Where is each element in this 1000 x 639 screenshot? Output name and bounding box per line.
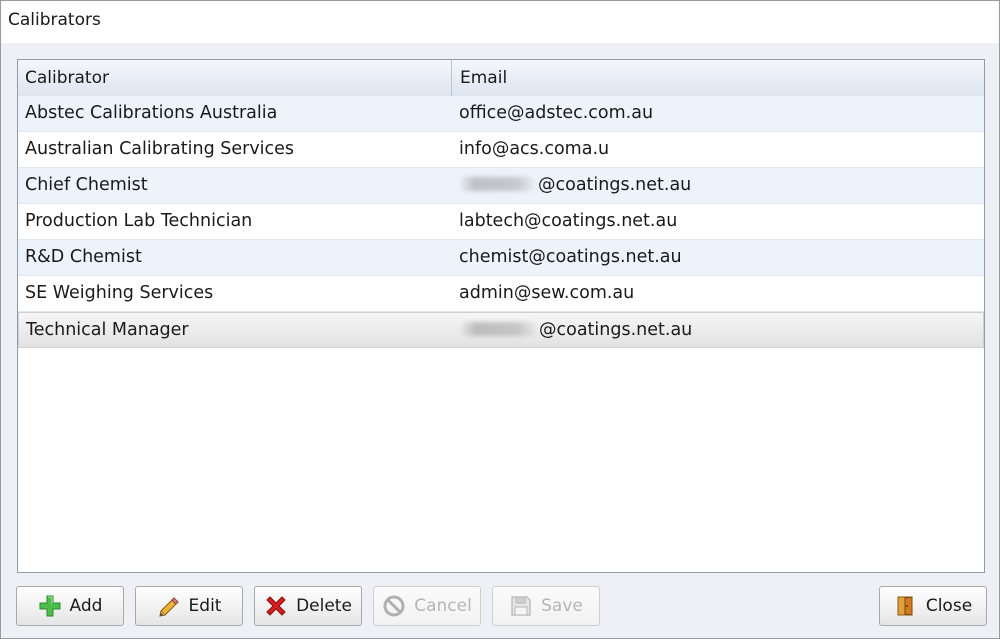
table-row[interactable]: R&D Chemist chemist@coatings.net.au — [18, 240, 984, 276]
calibrator-cell: R&D Chemist — [25, 247, 142, 267]
save-button-label: Save — [541, 596, 583, 616]
table-row[interactable]: Australian Calibrating Services info@acs… — [18, 132, 984, 168]
save-button[interactable]: Save — [492, 586, 600, 626]
close-button[interactable]: Close — [879, 586, 987, 626]
calibrator-cell: Abstec Calibrations Australia — [25, 103, 278, 123]
button-bar: Add Edit Delete Cancel Save Close — [1, 581, 999, 633]
calibrator-cell: Australian Calibrating Services — [25, 139, 295, 159]
email-cell: @coatings.net.au — [459, 168, 691, 203]
plus-icon — [38, 594, 62, 618]
email-cell: labtech@coatings.net.au — [459, 211, 678, 231]
column-header-email[interactable]: Email — [452, 60, 984, 96]
table-row[interactable]: SE Weighing Services admin@sew.com.au — [18, 276, 984, 312]
close-button-label: Close — [925, 596, 973, 616]
delete-button-label: Delete — [296, 596, 352, 616]
cancel-circle-icon — [382, 594, 406, 618]
cancel-button[interactable]: Cancel — [373, 586, 481, 626]
calibrators-grid[interactable]: Calibrator Email Abstec Calibrations Aus… — [17, 59, 985, 573]
email-cell: chemist@coatings.net.au — [459, 247, 682, 267]
column-header-calibrator[interactable]: Calibrator — [18, 60, 452, 96]
email-cell: office@adstec.com.au — [459, 103, 654, 123]
add-button[interactable]: Add — [16, 586, 124, 626]
email-cell: info@acs.coma.u — [459, 139, 610, 159]
delete-button[interactable]: Delete — [254, 586, 362, 626]
table-row-selected[interactable]: Technical Manager @coatings.net.au — [18, 312, 984, 348]
redacted-blur — [459, 177, 537, 191]
pencil-icon — [157, 594, 181, 618]
calibrator-cell: Technical Manager — [26, 320, 189, 340]
email-domain: @coatings.net.au — [538, 175, 692, 195]
floppy-disk-icon — [509, 594, 533, 618]
table-row[interactable]: Production Lab Technician labtech@coatin… — [18, 204, 984, 240]
calibrators-window: Calibrators Calibrator Email Abstec Cali… — [0, 0, 1000, 639]
calibrator-cell: Production Lab Technician — [25, 211, 253, 231]
door-exit-icon — [894, 594, 918, 618]
grid-header: Calibrator Email — [18, 60, 984, 97]
email-cell: @coatings.net.au — [460, 313, 692, 348]
redacted-blur — [460, 322, 538, 336]
edit-button[interactable]: Edit — [135, 586, 243, 626]
calibrator-cell: Chief Chemist — [25, 175, 148, 195]
window-title: Calibrators — [8, 10, 101, 30]
table-row[interactable]: Abstec Calibrations Australia office@ads… — [18, 96, 984, 132]
red-x-icon — [264, 594, 288, 618]
title-bar: Calibrators — [1, 1, 999, 43]
calibrator-cell: SE Weighing Services — [25, 283, 214, 303]
email-cell: admin@sew.com.au — [459, 283, 635, 303]
email-domain: @coatings.net.au — [539, 320, 693, 340]
add-button-label: Add — [69, 596, 103, 616]
cancel-button-label: Cancel — [414, 596, 472, 616]
table-row[interactable]: Chief Chemist @coatings.net.au — [18, 168, 984, 204]
edit-button-label: Edit — [188, 596, 222, 616]
